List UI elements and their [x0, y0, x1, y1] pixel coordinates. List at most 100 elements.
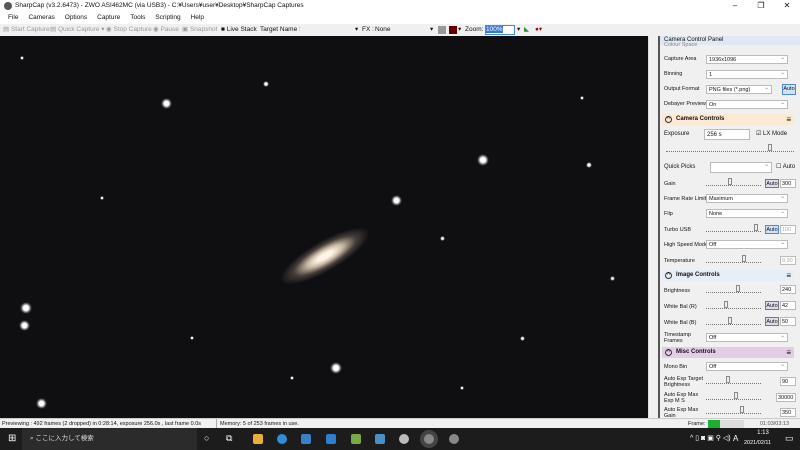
reticle-icon[interactable] [449, 26, 457, 34]
star [520, 336, 525, 341]
fx-select-arrow[interactable]: ▾ [430, 24, 433, 36]
mono-bin-select[interactable]: Off [706, 361, 788, 371]
fx-select[interactable]: None [375, 24, 391, 36]
binning-select[interactable]: 1 [706, 69, 788, 79]
auto-exp-max-exp-input[interactable]: 30000 [776, 393, 796, 402]
menu-options[interactable]: Options [65, 14, 87, 21]
wb-blue-slider[interactable] [706, 317, 761, 325]
snapshot-button[interactable]: ▣ Snapshot [182, 24, 217, 36]
star [290, 376, 294, 380]
taskbar-search-box[interactable]: ⌕ ここに入力して検索 [22, 428, 197, 450]
exposure-slider[interactable] [666, 144, 794, 152]
exposure-input[interactable]: 256 s [704, 129, 750, 140]
ime-indicator[interactable]: A [733, 434, 738, 443]
misc-controls-header[interactable]: ^ Misc Controls ≡ [662, 347, 794, 358]
camera-app-icon[interactable] [399, 434, 409, 444]
close-button[interactable]: ✕ [774, 0, 800, 12]
reticle-dropdown-arrow[interactable]: ▾ [458, 24, 461, 36]
brightness-slider[interactable] [706, 285, 761, 293]
menu-capture[interactable]: Capture [97, 14, 120, 21]
mail-icon[interactable] [326, 434, 336, 444]
lx-mode-checkbox[interactable]: ☑ LX Mode [756, 130, 787, 137]
zoom-dropdown-arrow[interactable]: ▾ [517, 24, 520, 36]
collapse-icon[interactable]: ^ [665, 272, 672, 279]
quick-picks-auto-checkbox[interactable]: ☐ Auto [776, 163, 795, 170]
clock-date[interactable]: 2021/02/11 [744, 440, 771, 446]
minimize-button[interactable]: – [722, 0, 748, 12]
star [36, 398, 47, 409]
file-explorer-icon[interactable] [253, 434, 263, 444]
auto-exp-max-exp-slider[interactable] [706, 392, 761, 400]
menu-help[interactable]: Help [191, 14, 204, 21]
collapse-icon[interactable]: ^ [665, 349, 672, 356]
menu-icon[interactable]: ≡ [786, 114, 791, 125]
viewer-scrollbar[interactable] [648, 36, 658, 418]
app-icon[interactable] [375, 434, 385, 444]
turbo-usb-input[interactable]: 100 [780, 225, 796, 234]
output-format-auto-button[interactable]: Auto [782, 84, 796, 95]
maximize-button[interactable]: ❐ [748, 0, 774, 12]
auto-exp-max-gain-input[interactable]: 350 [780, 408, 796, 417]
gain-auto-button[interactable]: Auto [765, 179, 779, 188]
fx-dropdown-arrow[interactable]: ▾ [355, 24, 358, 36]
wb-red-slider[interactable] [706, 301, 761, 309]
output-format-select[interactable]: PNG files (*.png) [706, 84, 772, 94]
menu-icon[interactable]: ≡ [786, 347, 791, 358]
capture-area-select[interactable]: 1936x1096 [706, 54, 788, 64]
paint-icon[interactable] [351, 434, 361, 444]
auto-exp-target-input[interactable]: 90 [780, 377, 796, 386]
flip-select[interactable]: None [706, 208, 788, 218]
image-controls-header[interactable]: ^ Image Controls ≡ [662, 270, 794, 281]
misc-controls-title: Misc Controls [676, 349, 716, 355]
wb-blue-auto-button[interactable]: Auto [765, 317, 779, 326]
wb-blue-input[interactable]: 50 [780, 317, 796, 326]
debayer-select[interactable]: On [706, 99, 788, 109]
histogram-icon[interactable]: ◣ [524, 24, 529, 36]
edge-icon[interactable] [277, 434, 287, 444]
menu-file[interactable]: File [8, 14, 18, 21]
camera-preview-image[interactable] [0, 36, 648, 418]
high-speed-select[interactable]: Off [706, 239, 788, 249]
star [440, 236, 445, 241]
live-stack-label: Live Stack [226, 26, 257, 33]
system-tray-icons[interactable]: ^ ▯ ◙ ▣ ⚲ ◁) [690, 434, 731, 442]
quick-picks-select[interactable] [710, 161, 772, 173]
gain-input[interactable]: 300 [780, 179, 796, 188]
stop-capture-button[interactable]: ◉ Stop Capture [106, 24, 152, 36]
live-stack-button[interactable]: ■ Live Stack [221, 24, 257, 36]
start-capture-button[interactable]: ▤ Start Capture [3, 24, 50, 36]
menu-tools[interactable]: Tools [130, 14, 145, 21]
turbo-usb-slider[interactable] [706, 224, 761, 232]
frame-rate-select[interactable]: Maximum [706, 193, 788, 203]
store-icon[interactable] [301, 434, 311, 444]
zoom-select[interactable]: 100% [486, 26, 503, 33]
target-name-input[interactable] [300, 26, 360, 34]
wb-red-input[interactable]: 42 [780, 301, 796, 310]
clock-time[interactable]: 1:13 [748, 430, 778, 436]
menu-scripting[interactable]: Scripting [155, 14, 180, 21]
grid-icon[interactable] [438, 26, 446, 34]
zoom-label: Zoom: [465, 26, 484, 33]
cortana-icon[interactable]: ○ [204, 433, 209, 443]
timestamp-select[interactable]: Off [706, 332, 788, 342]
task-view-icon[interactable]: ⧉ [226, 433, 232, 444]
menu-icon[interactable]: ≡ [786, 270, 791, 281]
wb-red-auto-button[interactable]: Auto [765, 301, 779, 310]
notification-icon[interactable]: ▭ [785, 433, 794, 444]
camera-controls-header[interactable]: ^ Camera Controls ≡ [662, 114, 794, 125]
quick-capture-button[interactable]: ▤ Quick Capture ▾ [50, 24, 105, 36]
star [460, 386, 464, 390]
turbo-usb-auto-button[interactable]: Auto [765, 225, 779, 234]
brightness-input[interactable]: 240 [780, 285, 796, 294]
focus-tool-icon[interactable]: ●▾ [535, 24, 542, 36]
collapse-icon[interactable]: ^ [665, 116, 672, 123]
sharpcap-taskbar-icon[interactable] [424, 434, 434, 444]
auto-exp-max-gain-slider[interactable] [706, 406, 761, 414]
gain-slider[interactable] [706, 178, 761, 186]
windows-start-icon[interactable]: ⊞ [8, 433, 16, 444]
auto-exp-target-slider[interactable] [706, 376, 761, 384]
sharpcap-taskbar-icon-2[interactable] [449, 434, 459, 444]
quick-capture-label: Quick Capture [57, 26, 100, 33]
menu-cameras[interactable]: Cameras [28, 14, 54, 21]
pause-button[interactable]: ◉ Pause [153, 24, 179, 36]
